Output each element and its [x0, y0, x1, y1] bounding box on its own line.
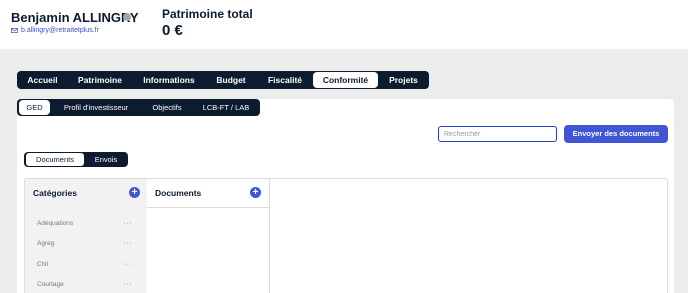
tab-informations[interactable]: Informations [134, 72, 204, 88]
category-item-cni[interactable]: CNI ··· [37, 261, 132, 273]
more-icon[interactable]: ··· [124, 281, 133, 288]
categories-title: Catégories [33, 188, 77, 198]
mail-icon [11, 28, 18, 33]
more-icon[interactable]: ··· [124, 240, 133, 247]
main-tabs: Accueil Patrimoine Informations Budget F… [17, 71, 429, 89]
client-email-row[interactable]: b.allingry@retraitetplus.fr [11, 27, 99, 34]
tab-fiscalite[interactable]: Fiscalité [258, 72, 312, 88]
category-label: Courtage [37, 281, 64, 288]
tab-patrimoine[interactable]: Patrimoine [68, 72, 132, 88]
send-documents-button[interactable]: Envoyer des documents [564, 125, 668, 143]
add-category-button[interactable]: + [129, 187, 140, 198]
info-icon[interactable] [123, 13, 131, 21]
patrimoine-total-label: Patrimoine total [162, 7, 253, 21]
tab-accueil[interactable]: Accueil [19, 72, 66, 88]
view-envois[interactable]: Envois [86, 153, 126, 166]
subtab-lcb-ft-lab[interactable]: LCB-FT / LAB [194, 100, 258, 115]
subtab-objectifs[interactable]: Objectifs [142, 100, 192, 115]
categories-column: Catégories + Adéquations ··· Agreg ··· C… [25, 179, 147, 293]
client-header: Benjamin ALLINGRY b.allingry@retraitetpl… [0, 0, 688, 49]
category-item-agreg[interactable]: Agreg ··· [37, 240, 132, 252]
tab-projets[interactable]: Projets [380, 72, 427, 88]
tab-conformite[interactable]: Conformité [313, 72, 378, 88]
documents-divider [147, 207, 269, 208]
subtab-ged[interactable]: GED [19, 100, 50, 115]
tab-budget[interactable]: Budget [206, 72, 256, 88]
documents-title: Documents [155, 188, 202, 198]
more-icon[interactable]: ··· [124, 220, 133, 227]
client-name: Benjamin ALLINGRY [11, 10, 139, 25]
patrimoine-total-value: 0 € [162, 22, 183, 39]
ged-workspace: Catégories + Adéquations ··· Agreg ··· C… [24, 178, 668, 293]
conformite-sub-tabs: GED Profil d'investisseur Objectifs LCB-… [17, 99, 260, 116]
subtab-profil-investisseur[interactable]: Profil d'investisseur [52, 100, 140, 115]
view-toggle: Documents Envois [24, 152, 128, 167]
category-item-courtage[interactable]: Courtage ··· [37, 281, 132, 293]
more-icon[interactable]: ··· [124, 261, 133, 268]
view-documents[interactable]: Documents [26, 153, 84, 166]
category-label: Agreg [37, 240, 55, 247]
category-item-adequations[interactable]: Adéquations ··· [37, 220, 132, 232]
category-label: CNI [37, 261, 49, 268]
documents-column: Documents + [147, 179, 270, 293]
category-label: Adéquations [37, 220, 74, 227]
search-input[interactable] [438, 126, 557, 142]
client-email[interactable]: b.allingry@retraitetplus.fr [21, 27, 99, 34]
add-document-button[interactable]: + [250, 187, 261, 198]
